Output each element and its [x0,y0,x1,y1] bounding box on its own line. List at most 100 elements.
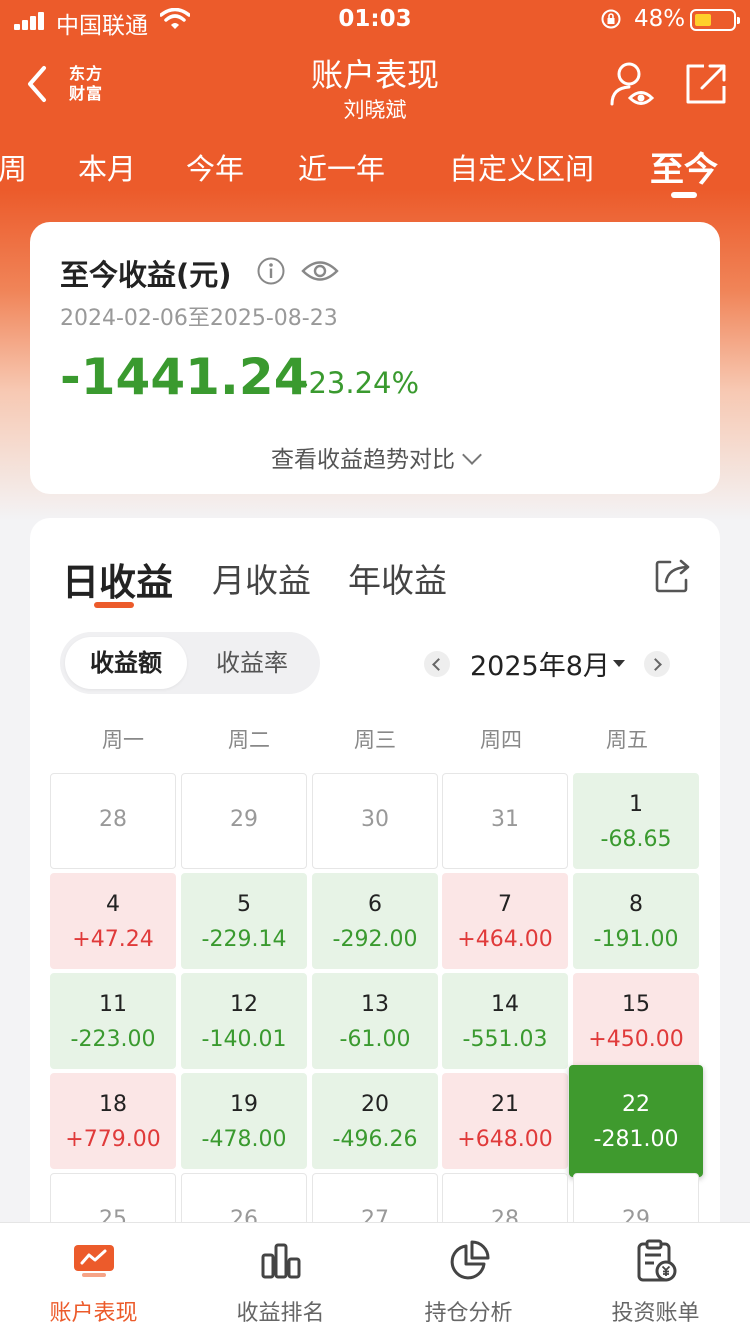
month-selector[interactable]: 2025年8月 [470,644,610,683]
toggle-profit-amount[interactable]: 收益额 [65,637,187,689]
day-number: 18 [99,1092,127,1117]
nav-bar: 东方 财富 账户表现 刘晓斌 [0,40,750,130]
calendar-day[interactable]: 21 +648.00 [442,1073,568,1169]
day-profit-value: -551.03 [462,1027,548,1052]
day-number: 11 [99,992,127,1017]
tabbar-label: 投资账单 [611,1301,700,1326]
day-number: 6 [368,892,382,917]
tab-yearly-profit[interactable]: 年收益 [348,554,447,602]
calendar-day[interactable]: 19 -478.00 [181,1073,307,1169]
bill-icon [637,1239,677,1282]
day-profit-value: -68.65 [600,827,672,852]
tab-this-month[interactable]: 本月 [78,146,136,188]
tab-custom-range[interactable]: 自定义区间 [449,146,594,188]
period-tab-indicator [671,192,697,198]
tabbar-profit-ranking[interactable]: 收益排名 [187,1223,374,1334]
day-profit-value: +779.00 [65,1127,161,1152]
calendar-day[interactable]: 1 -68.65 [573,773,699,869]
day-number: 21 [491,1092,519,1117]
tab-this-year[interactable]: 今年 [186,146,244,188]
day-profit-value: +450.00 [588,1027,684,1052]
day-profit-value: -478.00 [201,1127,287,1152]
day-number: 4 [106,892,120,917]
weekday-fri: 周五 [606,728,648,752]
day-profit-value: -281.00 [593,1127,679,1152]
calendar-day[interactable]: 4 +47.24 [50,873,176,969]
next-month-button[interactable] [644,651,670,677]
date-range: 2024-02-06至2025-08-23 [60,306,338,331]
day-number: 31 [491,807,519,832]
toggle-profit-rate[interactable]: 收益率 [191,637,313,689]
user-visibility-icon[interactable] [608,60,658,110]
tab-daily-profit[interactable]: 日收益 [62,552,173,606]
metric-toggle: 收益额 收益率 [60,632,320,694]
calendar-day[interactable]: 18 +779.00 [50,1073,176,1169]
day-number: 19 [230,1092,258,1117]
share-out-icon[interactable] [684,62,728,106]
total-profit-amount: -1441.24 [60,348,309,406]
tabbar-label: 持仓分析 [424,1301,513,1326]
calendar-day[interactable]: 7 +464.00 [442,873,568,969]
day-number: 5 [237,892,251,917]
caret-down-icon [613,660,625,667]
calendar-day[interactable]: 12 -140.01 [181,973,307,1069]
day-number: 8 [629,892,643,917]
tab-to-date[interactable]: 至今 [650,142,718,191]
prev-month-button[interactable] [424,651,450,677]
chevron-down-icon [462,445,482,465]
day-number: 28 [99,807,127,832]
tabbar-account-performance[interactable]: 账户表现 [0,1223,187,1334]
period-tabs: 周 本月 今年 近一年 自定义区间 至今 [0,140,750,200]
calendar-day[interactable]: 29 [181,773,307,869]
weekday-tue: 周二 [228,728,270,752]
day-profit-value: -61.00 [339,1027,411,1052]
day-number: 14 [491,992,519,1017]
tab-last-year[interactable]: 近一年 [298,146,385,188]
account-performance-icon [74,1245,114,1277]
calendar-day[interactable]: 15 +450.00 [573,973,699,1069]
calendar-day[interactable]: 28 [50,773,176,869]
weekday-thu: 周四 [480,728,522,752]
tab-week[interactable]: 周 [0,146,27,188]
day-profit-value: -292.00 [332,927,418,952]
day-profit-value: -496.26 [332,1127,418,1152]
tabbar-investment-bill[interactable]: 投资账单 [562,1223,749,1334]
summary-title: 至今收益(元) [60,258,232,292]
trend-compare-label: 查看收益趋势对比 [271,447,455,473]
calendar-day-selected[interactable]: 22 -281.00 [569,1065,703,1177]
calendar-day[interactable]: 20 -496.26 [312,1073,438,1169]
day-number: 1 [629,792,643,817]
total-profit-percent: -23.24% [298,366,420,400]
day-profit-value: -191.00 [593,927,679,952]
rotation-lock-icon [601,9,621,29]
tab-monthly-profit[interactable]: 月收益 [212,554,311,602]
calendar-day[interactable]: 14 -551.03 [442,973,568,1069]
summary-card: 至今收益(元) 2024-02-06至2025-08-23 -1441.24 -… [30,222,720,494]
day-number: 22 [622,1092,650,1117]
calendar-day[interactable]: 13 -61.00 [312,973,438,1069]
day-number: 15 [622,992,650,1017]
bottom-tab-bar: 账户表现 收益排名 持仓分析 投资账单 [0,1222,750,1334]
tabbar-holdings-analysis[interactable]: 持仓分析 [375,1223,562,1334]
day-number: 13 [361,992,389,1017]
share-icon[interactable] [654,556,692,594]
calendar-day[interactable]: 31 [442,773,568,869]
calendar-day[interactable]: 30 [312,773,438,869]
day-profit-value: -140.01 [201,1027,287,1052]
calendar-day[interactable]: 11 -223.00 [50,973,176,1069]
calendar-tab-indicator [94,602,134,608]
day-number: 7 [498,892,512,917]
weekday-wed: 周三 [354,728,396,752]
calendar-day[interactable]: 8 -191.00 [573,873,699,969]
calendar-day[interactable]: 5 -229.14 [181,873,307,969]
info-icon[interactable] [256,256,286,286]
day-profit-value: -223.00 [70,1027,156,1052]
day-number: 29 [230,807,258,832]
day-profit-value: +464.00 [457,927,553,952]
day-number: 20 [361,1092,389,1117]
trend-compare-link[interactable]: 查看收益趋势对比 [30,440,720,474]
eye-icon[interactable] [300,256,340,286]
battery-percent: 48% [634,6,686,32]
calendar-day[interactable]: 6 -292.00 [312,873,438,969]
tabbar-label: 收益排名 [236,1301,325,1326]
